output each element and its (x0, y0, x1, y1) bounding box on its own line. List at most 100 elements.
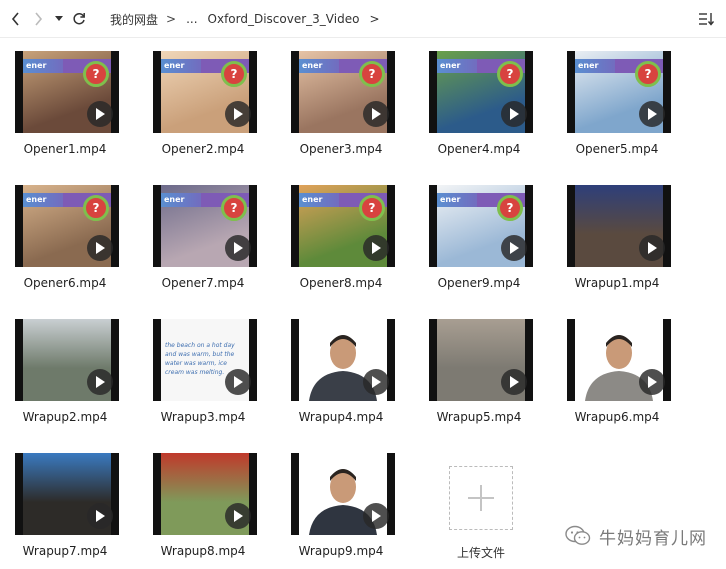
watermark: 牛妈妈育儿网 (565, 521, 707, 551)
question-badge: ? (83, 61, 109, 87)
video-file-item[interactable]: ener? Opener3.mp4 (276, 38, 406, 158)
video-file-item[interactable]: Wrapup1.mp4 (552, 172, 682, 292)
question-badge: ? (359, 61, 385, 87)
video-file-item[interactable]: Wrapup9.mp4 (276, 440, 406, 560)
breadcrumb-separator: > (369, 12, 380, 26)
video-file-item[interactable]: Wrapup4.mp4 (276, 306, 406, 426)
video-file-item[interactable]: ener? Opener4.mp4 (414, 38, 544, 158)
upload-label[interactable]: 上传文件 (420, 544, 542, 561)
play-icon[interactable] (87, 503, 113, 529)
play-icon[interactable] (363, 369, 389, 395)
watermark-text: 牛妈妈育儿网 (599, 528, 707, 549)
video-file-item[interactable]: ener? Opener1.mp4 (0, 38, 130, 158)
video-file-item[interactable]: Wrapup7.mp4 (0, 440, 130, 560)
file-name[interactable]: Wrapup2.mp4 (0, 410, 130, 424)
play-icon[interactable] (639, 235, 665, 261)
video-thumbnail[interactable]: ener? (15, 185, 119, 267)
file-name[interactable]: Opener8.mp4 (276, 276, 406, 290)
opener-banner-text: ener (164, 61, 185, 70)
opener-banner-text: ener (26, 61, 47, 70)
file-name[interactable]: Opener2.mp4 (138, 142, 268, 156)
video-file-item[interactable]: Wrapup5.mp4 (414, 306, 544, 426)
question-badge: ? (359, 195, 385, 221)
play-icon[interactable] (501, 369, 527, 395)
video-thumbnail[interactable]: ener? (429, 51, 533, 133)
file-name[interactable]: Wrapup8.mp4 (138, 544, 268, 558)
play-icon[interactable] (363, 101, 389, 127)
video-file-item[interactable]: ener? Opener7.mp4 (138, 172, 268, 292)
file-name[interactable]: Wrapup1.mp4 (552, 276, 682, 290)
file-name[interactable]: Wrapup6.mp4 (552, 410, 682, 424)
refresh-icon[interactable] (71, 9, 87, 29)
breadcrumb-current[interactable]: Oxford_Discover_3_Video (208, 12, 360, 26)
video-file-item[interactable]: ener? Opener9.mp4 (414, 172, 544, 292)
play-icon[interactable] (87, 235, 113, 261)
question-badge: ? (221, 195, 247, 221)
play-icon[interactable] (225, 503, 251, 529)
video-file-item[interactable]: Wrapup6.mp4 (552, 306, 682, 426)
file-name[interactable]: Wrapup3.mp4 (138, 410, 268, 424)
sort-icon[interactable] (696, 9, 716, 29)
chevron-right-icon[interactable] (31, 9, 45, 29)
video-thumbnail[interactable] (15, 453, 119, 535)
breadcrumb-root[interactable]: 我的网盘 (110, 11, 158, 28)
video-file-item[interactable]: ener? Opener6.mp4 (0, 172, 130, 292)
play-icon[interactable] (87, 101, 113, 127)
file-name[interactable]: Wrapup7.mp4 (0, 544, 130, 558)
video-thumbnail[interactable] (153, 453, 257, 535)
video-thumbnail[interactable] (15, 319, 119, 401)
breadcrumb-ellipsis[interactable]: ... (186, 12, 197, 26)
upload-button[interactable] (449, 466, 513, 530)
video-thumbnail[interactable]: ener? (291, 51, 395, 133)
video-thumbnail[interactable]: ener? (429, 185, 533, 267)
toolbar: 我的网盘 > ... Oxford_Discover_3_Video > (0, 0, 726, 38)
file-name[interactable]: Opener3.mp4 (276, 142, 406, 156)
file-name[interactable]: Opener6.mp4 (0, 276, 130, 290)
play-icon[interactable] (639, 369, 665, 395)
video-file-item[interactable]: Wrapup2.mp4 (0, 306, 130, 426)
file-name[interactable]: Wrapup4.mp4 (276, 410, 406, 424)
video-thumbnail[interactable] (291, 453, 395, 535)
play-icon[interactable] (225, 235, 251, 261)
play-icon[interactable] (501, 101, 527, 127)
video-thumbnail[interactable]: ener? (15, 51, 119, 133)
file-name[interactable]: Opener7.mp4 (138, 276, 268, 290)
video-file-item[interactable]: ener? Opener8.mp4 (276, 172, 406, 292)
file-name[interactable]: Wrapup9.mp4 (276, 544, 406, 558)
play-icon[interactable] (87, 369, 113, 395)
video-thumbnail[interactable] (567, 185, 671, 267)
video-file-item[interactable]: Wrapup8.mp4 (138, 440, 268, 560)
play-icon[interactable] (225, 101, 251, 127)
video-thumbnail[interactable]: ener? (291, 185, 395, 267)
file-name[interactable]: Opener1.mp4 (0, 142, 130, 156)
question-badge: ? (497, 61, 523, 87)
opener-banner-text: ener (302, 61, 323, 70)
video-thumbnail[interactable]: ener? (567, 51, 671, 133)
file-name[interactable]: Opener5.mp4 (552, 142, 682, 156)
opener-banner-text: ener (440, 195, 461, 204)
video-thumbnail[interactable] (567, 319, 671, 401)
question-badge: ? (497, 195, 523, 221)
file-name[interactable]: Opener9.mp4 (414, 276, 544, 290)
video-thumbnail[interactable] (429, 319, 533, 401)
play-icon[interactable] (363, 503, 389, 529)
chevron-left-icon[interactable] (8, 9, 22, 29)
file-name[interactable]: Opener4.mp4 (414, 142, 544, 156)
video-thumbnail[interactable]: ener? (153, 51, 257, 133)
video-thumbnail[interactable]: ener? (153, 185, 257, 267)
video-file-item[interactable]: ener? Opener5.mp4 (552, 38, 682, 158)
opener-banner-text: ener (26, 195, 47, 204)
question-badge: ? (635, 61, 661, 87)
opener-banner-text: ener (440, 61, 461, 70)
file-name[interactable]: Wrapup5.mp4 (414, 410, 544, 424)
play-icon[interactable] (363, 235, 389, 261)
play-icon[interactable] (639, 101, 665, 127)
play-icon[interactable] (225, 369, 251, 395)
video-file-item[interactable]: the beach on a hot day and was warm, but… (138, 306, 268, 426)
video-file-item[interactable]: ener? Opener2.mp4 (138, 38, 268, 158)
dropdown-caret-icon[interactable] (53, 9, 65, 29)
breadcrumb: 我的网盘 > ... Oxford_Discover_3_Video > (110, 10, 388, 28)
play-icon[interactable] (501, 235, 527, 261)
video-thumbnail[interactable]: the beach on a hot day and was warm, but… (153, 319, 257, 401)
video-thumbnail[interactable] (291, 319, 395, 401)
